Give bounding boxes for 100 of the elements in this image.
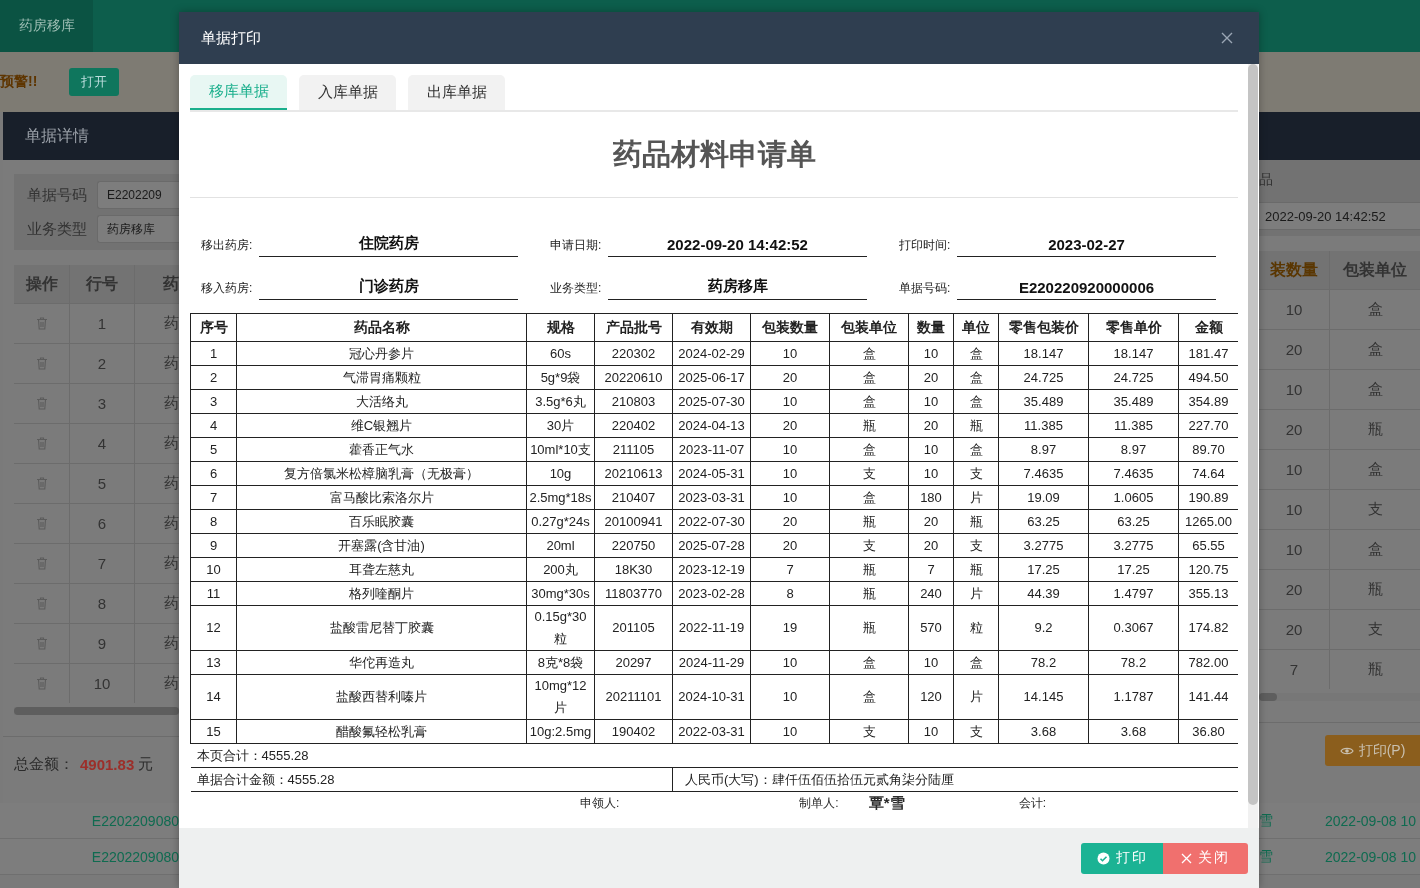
table-cell: 支 (953, 533, 999, 558)
table-cell: 210407 (594, 485, 673, 510)
table-cell: 片 (953, 674, 999, 720)
table-cell: 220302 (594, 341, 673, 366)
table-cell: 24.725 (998, 365, 1089, 390)
input-field[interactable]: 2022-09-20 14:42:52 (1259, 202, 1420, 230)
table-cell: 120 (908, 674, 954, 720)
table-cell: 10 (1285, 461, 1303, 478)
table-cell: 2024-10-31 (672, 674, 751, 720)
table-cell: 24.725 (1088, 365, 1179, 390)
table-cell: 复方倍氯米松樟脑乳膏（无极膏） (236, 461, 527, 486)
tab[interactable]: 入库单据 (299, 75, 396, 110)
table-cell: 盒 (829, 674, 909, 720)
table-cell: 药 (164, 554, 179, 573)
table-cell: 盒 (953, 650, 999, 675)
close-icon[interactable] (1221, 32, 1233, 44)
table-cell: 8 (97, 595, 107, 612)
input-field[interactable]: 药房移库 (97, 215, 179, 243)
table-cell: 20 (750, 533, 830, 558)
trash-icon[interactable] (35, 517, 48, 530)
table-cell: 盒 (1367, 460, 1383, 479)
column-header: 单位 (953, 313, 999, 342)
field-value: 药房移库 (608, 277, 867, 300)
field-value: 住院药房 (259, 234, 518, 257)
open-button[interactable]: 打开 (69, 68, 120, 96)
table-cell: 60s (526, 341, 595, 366)
table-cell: 220750 (594, 533, 673, 558)
table-cell: 8克*8袋 (526, 650, 595, 675)
table-cell: 3.2775 (1088, 533, 1179, 558)
scrollbar-thumb[interactable] (1259, 693, 1277, 701)
table-cell: 4 (190, 413, 237, 438)
print-button[interactable]: 打印(P) (1325, 735, 1420, 766)
trash-icon[interactable] (35, 677, 48, 690)
app-tab[interactable]: 药房移库 (0, 0, 93, 52)
tab[interactable]: 移库单据 (190, 75, 287, 110)
table-cell: 冠心丹参片 (236, 341, 527, 366)
table-cell: 格列喹酮片 (236, 581, 527, 606)
trash-icon[interactable] (35, 557, 48, 570)
column-header: 零售单价 (1088, 313, 1179, 342)
table-cell: 10ml*10支 (526, 437, 595, 462)
trash-icon[interactable] (35, 597, 48, 610)
field-label: 业务类型: (550, 280, 603, 297)
table-cell: 20211101 (594, 674, 673, 720)
column-header[interactable]: 包装单位 (1330, 251, 1420, 289)
trash-icon[interactable] (35, 437, 48, 450)
field-value: 品 (1259, 171, 1273, 189)
table-cell: 3 (190, 389, 237, 414)
field-label: 申请日期: (550, 237, 603, 254)
table-cell: 10 (750, 461, 830, 486)
table-cell: 药 (164, 514, 179, 533)
table-cell: 14 (190, 674, 237, 720)
table-cell: 7 (750, 557, 830, 582)
table-cell: 7.4635 (1088, 461, 1179, 486)
table-cell: 药 (164, 314, 179, 333)
field-label: 业务类型 (27, 219, 87, 239)
table-cell: 10 (1285, 381, 1303, 398)
trash-icon[interactable] (35, 637, 48, 650)
table-cell: 201105 (594, 605, 673, 651)
table-cell: 19.09 (998, 485, 1089, 510)
table-cell: 14.145 (998, 674, 1089, 720)
tab[interactable]: 出库单据 (408, 75, 505, 110)
trash-icon[interactable] (35, 397, 48, 410)
table-cell: 4 (97, 435, 107, 452)
table-cell: 1 (97, 315, 107, 332)
table-cell: 大活络丸 (236, 389, 527, 414)
scrollbar-thumb[interactable] (14, 707, 179, 715)
trash-icon[interactable] (35, 317, 48, 330)
table-cell: 17.25 (998, 557, 1089, 582)
table-cell: 180 (908, 485, 954, 510)
table-cell: 维C银翘片 (236, 413, 527, 438)
table-cell: 15 (190, 719, 237, 744)
table-cell: 2024-11-29 (672, 650, 751, 675)
table-cell: 20 (1285, 621, 1303, 638)
check-circle-icon (1096, 851, 1110, 865)
table-cell: 盒 (1367, 380, 1383, 399)
table-cell: 盒 (953, 389, 999, 414)
table-cell: E2202209080 (91, 848, 179, 865)
close-button[interactable]: 关闭 (1163, 842, 1248, 874)
table-cell: 盒 (953, 341, 999, 366)
column-header: 有效期 (672, 313, 751, 342)
trash-icon[interactable] (35, 357, 48, 370)
scrollbar-thumb[interactable] (1248, 64, 1258, 805)
table-cell: 78.2 (998, 650, 1089, 675)
table-cell: 11803770 (594, 581, 673, 606)
input-field[interactable]: E2202209 (97, 181, 179, 209)
alert-text: 预警!! (0, 73, 38, 91)
table-cell: 盒 (1367, 340, 1383, 359)
table-cell: 6 (97, 515, 107, 532)
table-cell: 190402 (594, 719, 673, 744)
table-cell: 10 (750, 650, 830, 675)
table-cell: 10 (750, 341, 830, 366)
print-button[interactable]: 打印 (1081, 842, 1163, 874)
trash-icon[interactable] (35, 477, 48, 490)
table-cell: 雪 (1259, 811, 1273, 830)
signature-name: 覃*雪 (868, 793, 905, 813)
table-cell: 7 (190, 485, 237, 510)
table-cell: 20297 (594, 650, 673, 675)
table-cell: 支 (829, 461, 909, 486)
table-cell: 2025-07-30 (672, 389, 751, 414)
table-cell: 10 (1285, 301, 1303, 318)
